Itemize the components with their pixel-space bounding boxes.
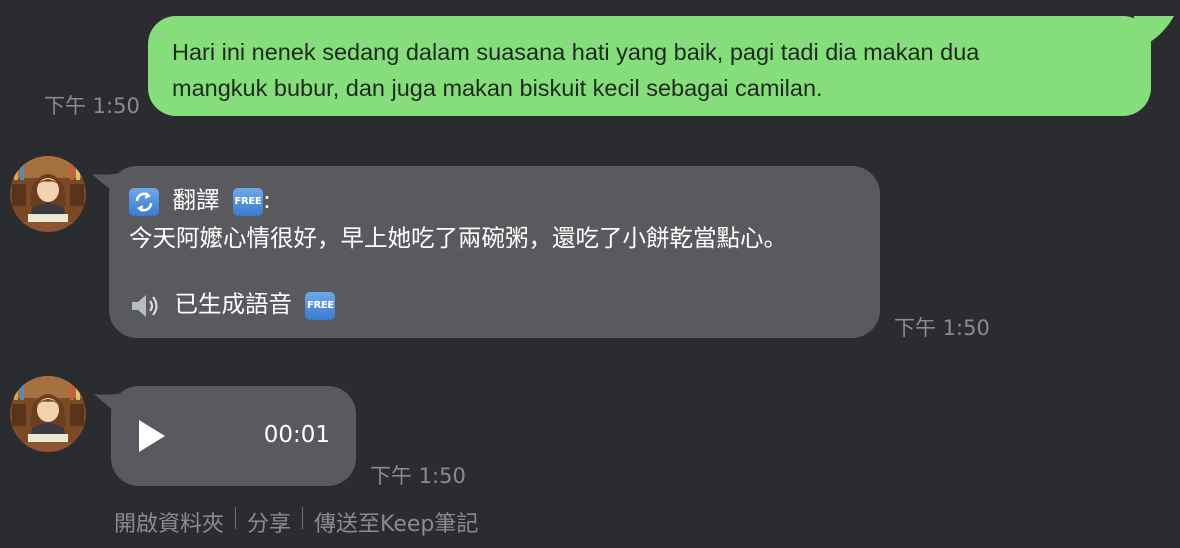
open-folder-link[interactable]: 開啟資料夾 [114,512,224,537]
free-badge-icon: FREE [305,291,336,320]
voice-generated-line: 已生成語音 FREE [129,286,860,322]
avatar[interactable] [10,376,86,452]
translation-header-colon: : [262,186,271,214]
message-action-bar: 開啟資料夾 分享 傳送至Keep筆記 [114,506,478,538]
translation-label: 翻譯 [172,186,220,214]
audio-message-bubble[interactable]: 00:01 [111,386,356,486]
divider [235,507,237,529]
refresh-arrows-icon [129,187,159,216]
translation-header: 翻譯 FREE: [129,182,860,218]
outgoing-timestamp: 下午 1:50 [44,94,140,118]
translation-text: 今天阿嬤心情很好，早上她吃了兩碗粥，還吃了小餅乾當點心。 [129,224,787,252]
outgoing-message-text-line1: Hari ini nenek sedang dalam suasana hati… [172,39,980,65]
voice-generated-label: 已生成語音 [174,290,292,318]
speaker-icon [129,291,161,321]
share-link[interactable]: 分享 [247,512,291,537]
free-badge-icon: FREE [232,187,263,216]
audio-duration: 00:01 [263,422,330,448]
audio-timestamp: 下午 1:50 [370,464,466,488]
send-to-keep-link[interactable]: 傳送至Keep筆記 [314,512,478,537]
outgoing-message-bubble[interactable]: Hari ini nenek sedang dalam suasana hati… [148,16,1151,116]
avatar[interactable] [10,156,86,232]
outgoing-message-text-line2: mangkuk bubur, dan juga makan biskuit ke… [172,75,823,101]
divider [302,507,304,529]
translation-message-bubble[interactable]: 翻譯 FREE: 今天阿嬤心情很好，早上她吃了兩碗粥，還吃了小餅乾當點心。 已生… [109,166,880,338]
play-icon[interactable] [137,418,167,454]
translation-timestamp: 下午 1:50 [894,316,990,340]
